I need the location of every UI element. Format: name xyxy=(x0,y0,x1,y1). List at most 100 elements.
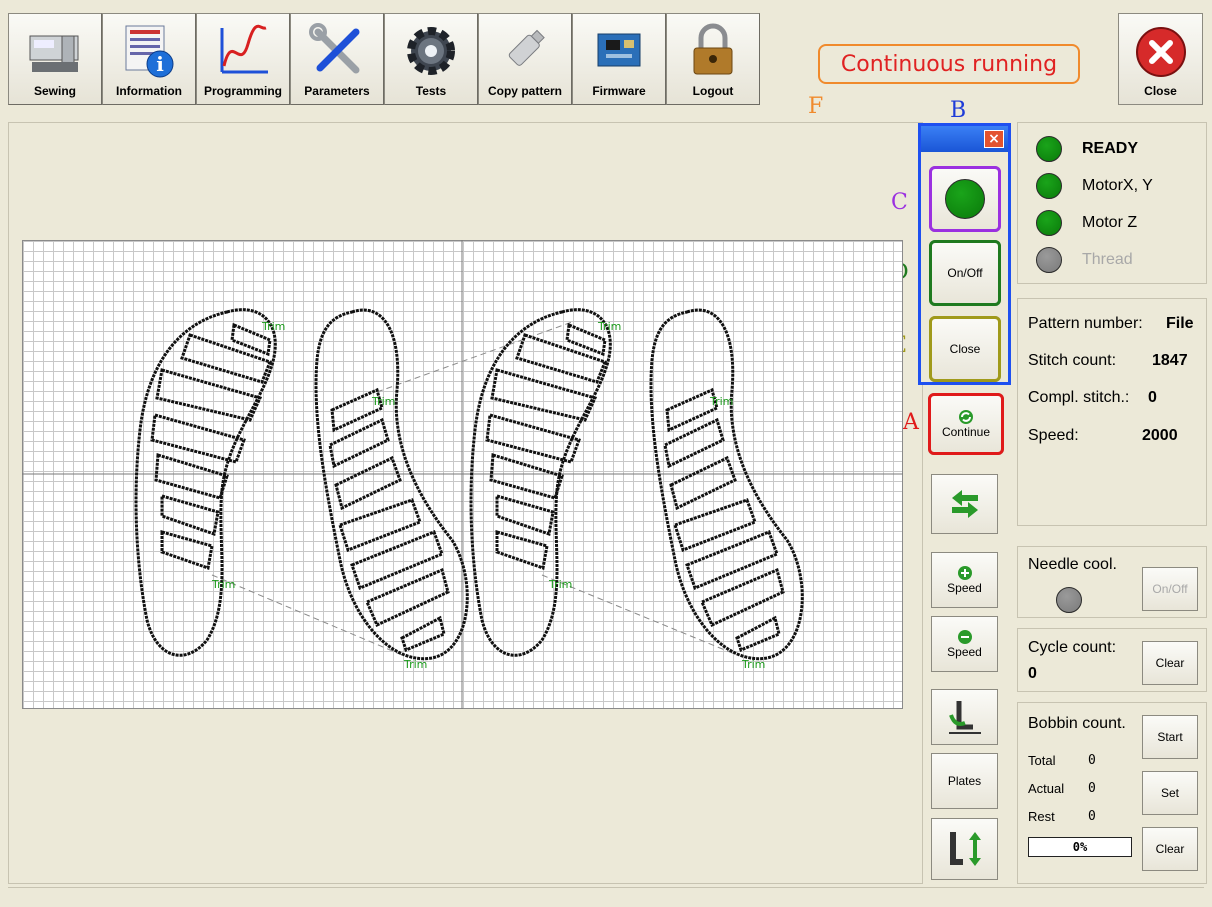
plus-icon xyxy=(957,566,972,580)
sewing-control-popup: × On/Off Close xyxy=(918,123,1011,385)
popup-close-button[interactable]: Close xyxy=(929,316,1001,382)
status-banner: Continuous running xyxy=(818,44,1080,84)
trim-label: Trim xyxy=(403,658,427,671)
close-button[interactable]: Close xyxy=(1118,13,1203,105)
popup-titlebar: × xyxy=(921,126,1008,152)
pattern-info-panel: Pattern number: File Stitch count: 1847 … xyxy=(1017,298,1207,526)
cycle-count-value: 0 xyxy=(1028,665,1037,682)
machine-status-panel: READY MotorX, Y Motor Z Thread xyxy=(1017,122,1207,284)
needle-cool-label: Needle cool. xyxy=(1028,556,1117,573)
gear-icon xyxy=(407,27,455,75)
firmware-button[interactable]: Firmware xyxy=(572,13,666,105)
trim-label: Trim xyxy=(211,578,235,591)
cycle-clear-button[interactable]: Clear xyxy=(1142,641,1198,685)
start-green-indicator-icon xyxy=(945,179,985,219)
presser-foot-icon xyxy=(948,701,981,734)
copy-pattern-label: Copy pattern xyxy=(487,84,562,98)
motor-xy-row: MotorX, Y xyxy=(1036,173,1153,199)
sole-1 xyxy=(134,308,277,657)
sewing-button[interactable]: Sewing xyxy=(8,13,102,105)
pattern-number-value: File xyxy=(1166,315,1194,332)
bobbin-set-label: Set xyxy=(1160,786,1179,800)
bobbin-actual-value: 0 xyxy=(1088,781,1096,796)
needle-cool-onoff-label: On/Off xyxy=(1152,582,1188,596)
refresh-icon xyxy=(959,410,973,424)
programming-label: Programming xyxy=(203,84,282,98)
bobbin-clear-label: Clear xyxy=(1155,842,1185,856)
speed-up-label: Speed xyxy=(947,581,982,595)
pattern-drawing: Trim Trim Trim Trim Trim Trim Trim Trim xyxy=(22,240,903,709)
ready-label: READY xyxy=(1082,140,1139,157)
bobbin-rest-label: Rest xyxy=(1028,809,1055,824)
bobbin-count-panel: Bobbin count. Total 0 Actual 0 Rest 0 0%… xyxy=(1017,702,1207,884)
cycle-clear-label: Clear xyxy=(1155,656,1185,670)
graph-icon xyxy=(220,24,268,74)
motor-z-label: Motor Z xyxy=(1082,214,1138,231)
thread-row: Thread xyxy=(1036,247,1133,273)
bobbin-start-label: Start xyxy=(1157,730,1183,744)
firmware-label: Firmware xyxy=(592,84,646,98)
bobbin-start-button[interactable]: Start xyxy=(1142,715,1198,759)
bobbin-count-label: Bobbin count. xyxy=(1028,715,1126,732)
chip-board-icon xyxy=(597,33,641,67)
sole-4 xyxy=(649,308,804,661)
trim-label: Trim xyxy=(548,578,572,591)
sewing-label: Sewing xyxy=(33,84,76,98)
motor-z-indicator-icon xyxy=(1036,210,1062,236)
popup-close-icon[interactable]: × xyxy=(984,130,1004,148)
close-label: Close xyxy=(1144,84,1177,98)
logout-button[interactable]: Logout xyxy=(666,13,760,105)
trim-label: Trim xyxy=(709,395,733,408)
needle-cool-onoff-button[interactable]: On/Off xyxy=(1142,567,1198,611)
padlock-icon xyxy=(693,23,733,75)
transport-line xyxy=(376,321,573,393)
tests-button[interactable]: Tests xyxy=(384,13,478,105)
close-icon xyxy=(1135,27,1186,77)
needle-cool-panel: Needle cool. On/Off xyxy=(1017,546,1207,618)
plates-button[interactable]: Plates xyxy=(931,753,998,809)
needle-up-down-icon xyxy=(949,832,981,866)
presser-foot-button[interactable] xyxy=(931,689,998,745)
swap-direction-button[interactable] xyxy=(931,474,998,534)
logout-label: Logout xyxy=(692,84,734,98)
trim-label: Trim xyxy=(371,395,395,408)
trim-label: Trim xyxy=(597,320,621,333)
onoff-button[interactable]: On/Off xyxy=(929,240,1001,306)
status-bar xyxy=(8,887,1204,907)
bobbin-set-button[interactable]: Set xyxy=(1142,771,1198,815)
annotation-f: F xyxy=(808,94,824,119)
compl-stitch-value: 0 xyxy=(1148,389,1157,406)
motor-xy-label: MotorX, Y xyxy=(1082,177,1153,194)
needle-up-down-button[interactable] xyxy=(931,818,998,880)
ready-indicator-icon xyxy=(1036,136,1062,162)
bobbin-clear-button[interactable]: Clear xyxy=(1142,827,1198,871)
sewing-machine-icon xyxy=(29,35,79,72)
thread-label: Thread xyxy=(1082,251,1133,268)
continue-label: Continue xyxy=(941,425,991,439)
programming-button[interactable]: Programming xyxy=(196,13,290,105)
copy-pattern-button[interactable]: Copy pattern xyxy=(478,13,572,105)
pattern-number-label: Pattern number: xyxy=(1028,315,1143,332)
cycle-count-label: Cycle count: xyxy=(1028,639,1117,656)
speed-up-button[interactable]: Speed xyxy=(931,552,998,608)
info-icon: i xyxy=(125,25,174,78)
swap-arrows-icon xyxy=(951,490,978,518)
information-button[interactable]: i Information xyxy=(102,13,196,105)
tools-icon xyxy=(309,23,360,74)
sole-2 xyxy=(314,308,469,661)
bobbin-total-value: 0 xyxy=(1088,753,1096,768)
sole-3 xyxy=(469,308,612,657)
tests-label: Tests xyxy=(415,84,447,98)
motor-xy-indicator-icon xyxy=(1036,173,1062,199)
speed-down-button[interactable]: Speed xyxy=(931,616,998,672)
parameters-label: Parameters xyxy=(304,84,370,98)
continue-button[interactable]: Continue xyxy=(928,393,1004,455)
start-indicator-button[interactable] xyxy=(929,166,1001,232)
onoff-label: On/Off xyxy=(947,266,983,280)
speed-label: Speed: xyxy=(1028,427,1079,444)
parameters-button[interactable]: Parameters xyxy=(290,13,384,105)
needle-cool-indicator-icon xyxy=(1056,587,1082,613)
bobbin-actual-label: Actual xyxy=(1028,781,1065,796)
usb-stick-icon xyxy=(508,29,545,66)
annotation-b: B xyxy=(950,98,967,123)
